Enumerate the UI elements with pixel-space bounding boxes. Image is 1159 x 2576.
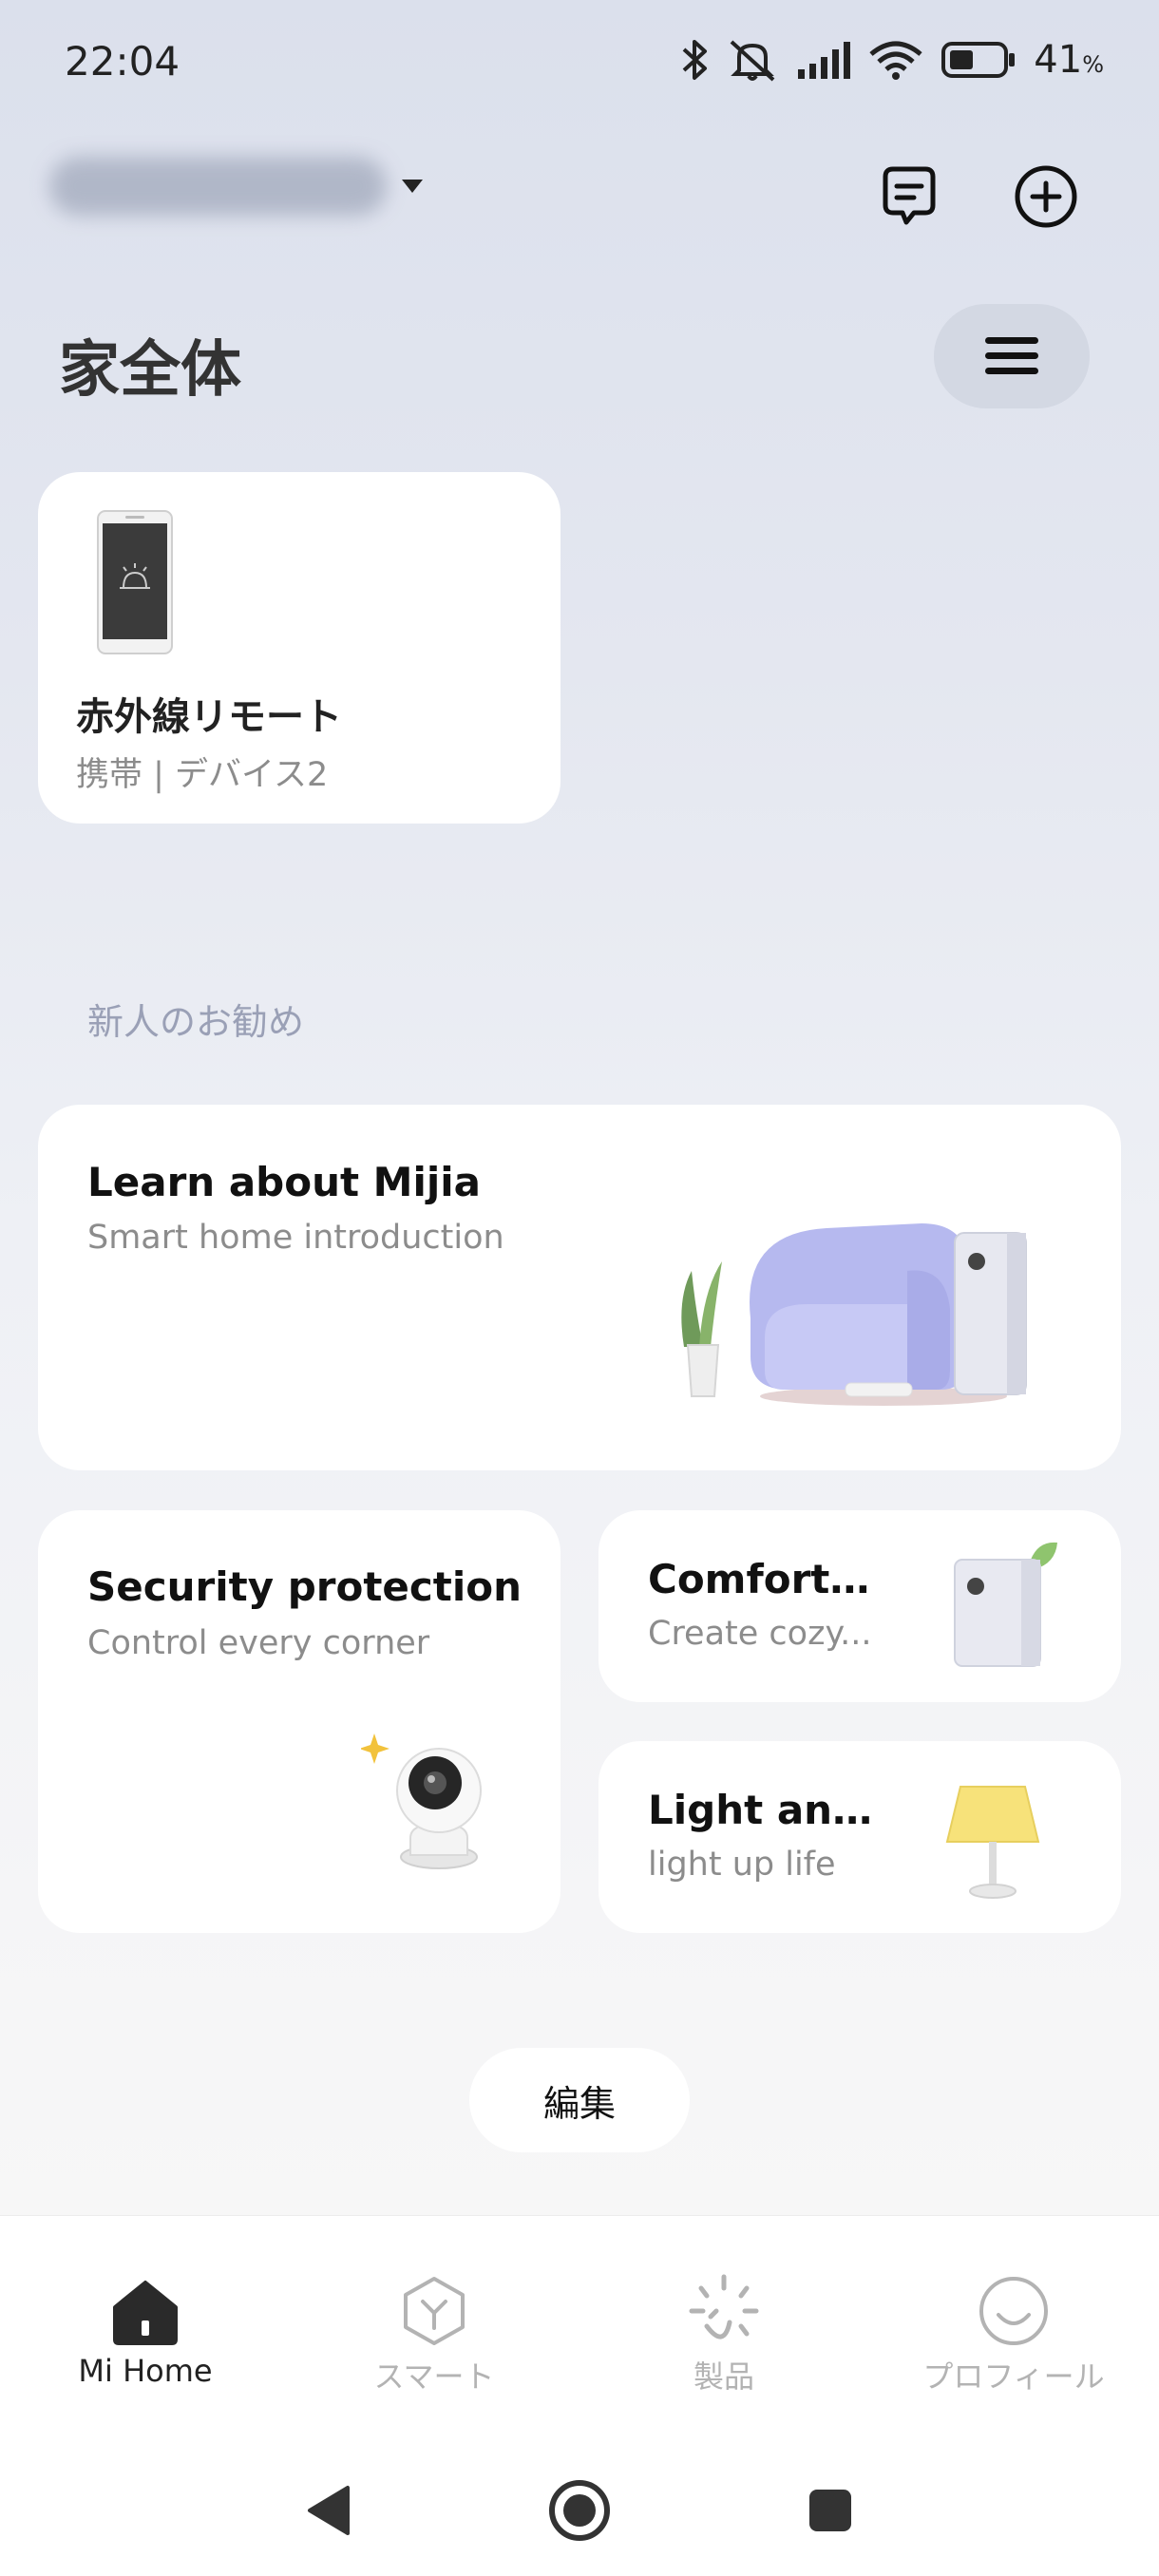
nav-label: プロフィール — [922, 2358, 1105, 2395]
battery-percent: 41 — [1034, 38, 1083, 82]
bluetooth-icon — [682, 40, 708, 80]
wifi-icon — [869, 41, 922, 80]
system-recents-button[interactable] — [792, 2472, 868, 2548]
smart-icon — [404, 2277, 465, 2345]
battery-icon — [941, 42, 1016, 78]
message-icon — [883, 166, 936, 225]
nav-label: 製品 — [693, 2358, 754, 2395]
nav-profile[interactable]: プロフィール — [900, 2273, 1128, 2396]
status-icons: 41% — [680, 38, 1104, 82]
section-label: 新人のお勧め — [87, 1001, 305, 1043]
nav-label: Mi Home — [78, 2353, 213, 2389]
home-circle-icon — [549, 2480, 610, 2541]
nav-products[interactable]: 製品 — [610, 2273, 838, 2396]
add-icon — [1015, 165, 1077, 228]
device-card[interactable]: 赤外線リモート 携帯 | デバイス2 — [38, 472, 560, 824]
add-device-button[interactable] — [1009, 160, 1083, 234]
menu-button[interactable] — [934, 304, 1090, 408]
light-subtitle: light up life — [648, 1846, 836, 1884]
profile-icon — [979, 2277, 1048, 2345]
security-protection-card[interactable]: Security protection Control every corner — [38, 1510, 560, 1933]
comfort-title: Comforta... — [648, 1556, 895, 1602]
back-icon — [308, 2486, 350, 2535]
status-time: 22:04 — [65, 38, 180, 85]
security-subtitle: Control every corner — [87, 1624, 430, 1662]
bottom-navigation: Mi Home スマート 製品 プロフィール — [0, 2215, 1159, 2576]
system-back-button[interactable] — [291, 2472, 367, 2548]
air-purifier-illustration — [954, 1542, 1057, 1667]
menu-icon — [985, 337, 1038, 374]
nav-label: スマート — [373, 2358, 495, 2395]
camera-illustration — [361, 1733, 482, 1869]
learn-mijia-card[interactable]: Learn about Mijia Smart home introductio… — [38, 1105, 1121, 1470]
comfort-subtitle: Create cozy... — [648, 1615, 872, 1653]
sofa-illustration — [681, 1223, 1027, 1406]
account-selector[interactable] — [49, 157, 423, 216]
device-subtitle: 携帯 | デバイス2 — [76, 756, 329, 794]
lamp-illustration — [945, 1786, 1040, 1899]
chevron-down-icon — [402, 180, 423, 193]
messages-button[interactable] — [872, 160, 946, 234]
system-home-button[interactable] — [542, 2472, 618, 2548]
light-card[interactable]: Light and i... light up life — [598, 1741, 1121, 1933]
mute-icon — [730, 40, 775, 82]
device-name: 赤外線リモート — [76, 695, 342, 739]
learn-title: Learn about Mijia — [87, 1159, 482, 1205]
battery-unit: % — [1082, 51, 1104, 78]
nav-smart[interactable]: スマート — [320, 2273, 548, 2396]
nav-mi-home[interactable]: Mi Home — [31, 2273, 259, 2389]
account-name-blurred — [49, 157, 387, 216]
signal-icon — [798, 42, 851, 79]
learn-subtitle: Smart home introduction — [87, 1219, 504, 1257]
recents-icon — [809, 2490, 851, 2531]
page-title: 家全体 — [59, 335, 241, 406]
phone-device-image — [97, 510, 173, 654]
light-title: Light and i... — [648, 1787, 895, 1833]
security-title: Security protection — [87, 1563, 522, 1610]
products-icon — [689, 2274, 759, 2339]
home-icon — [113, 2281, 178, 2345]
comfort-card[interactable]: Comforta... Create cozy... — [598, 1510, 1121, 1702]
edit-button[interactable]: 編集 — [469, 2048, 690, 2152]
